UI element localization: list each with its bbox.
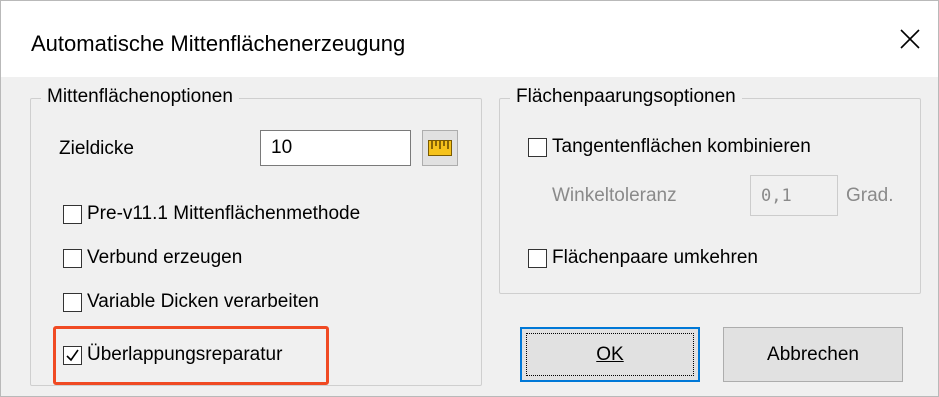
checkmark-icon bbox=[66, 349, 79, 361]
title-bar: Automatische Mittenflächenerzeugung bbox=[1, 1, 938, 77]
target-thickness-label: Zieldicke bbox=[59, 138, 134, 159]
angle-tolerance-label: Winkeltoleranz bbox=[552, 185, 677, 206]
close-icon bbox=[900, 29, 920, 49]
checkbox-box-checked bbox=[63, 345, 82, 365]
variable-thickness-checkbox[interactable]: Variable Dicken verarbeiten bbox=[63, 291, 319, 313]
close-button[interactable] bbox=[882, 13, 938, 65]
overlap-repair-checkbox[interactable]: Überlappungsreparatur bbox=[63, 344, 282, 366]
checkbox-box bbox=[63, 292, 82, 312]
checkbox-box bbox=[528, 248, 547, 268]
combine-tangent-faces-label: Tangentenflächen kombinieren bbox=[552, 136, 811, 157]
checkbox-box bbox=[63, 248, 82, 268]
measure-button[interactable] bbox=[422, 130, 458, 166]
dialog-window: Automatische Mittenflächenerzeugung Mitt… bbox=[0, 0, 939, 397]
reverse-face-pairs-label: Flächenpaare umkehren bbox=[552, 247, 758, 268]
midsurface-options-legend: Mittenflächenoptionen bbox=[41, 86, 239, 108]
create-compound-label: Verbund erzeugen bbox=[87, 247, 243, 268]
target-thickness-input[interactable] bbox=[260, 130, 411, 166]
cancel-button[interactable]: Abbrechen bbox=[723, 327, 903, 382]
overlap-repair-label: Überlappungsreparatur bbox=[87, 344, 283, 365]
ok-button-label: OK bbox=[596, 343, 624, 365]
variable-thickness-label: Variable Dicken verarbeiten bbox=[87, 291, 319, 312]
angle-tolerance-input[interactable] bbox=[750, 175, 838, 216]
checkbox-box bbox=[63, 204, 82, 224]
ruler-icon bbox=[428, 140, 452, 156]
pre-v11-method-label: Pre-v11.1 Mittenflächenmethode bbox=[87, 203, 361, 224]
pre-v11-method-checkbox[interactable]: Pre-v11.1 Mittenflächenmethode bbox=[63, 203, 360, 225]
cancel-button-label: Abbrechen bbox=[767, 343, 859, 365]
dialog-title: Automatische Mittenflächenerzeugung bbox=[31, 31, 406, 56]
checkbox-box bbox=[528, 137, 547, 157]
reverse-face-pairs-checkbox[interactable]: Flächenpaare umkehren bbox=[528, 247, 758, 269]
ok-button[interactable]: OK bbox=[520, 327, 700, 382]
create-compound-checkbox[interactable]: Verbund erzeugen bbox=[63, 247, 242, 269]
face-pairing-options-legend: Flächenpaarungsoptionen bbox=[510, 86, 742, 108]
combine-tangent-faces-checkbox[interactable]: Tangentenflächen kombinieren bbox=[528, 136, 811, 158]
angle-unit-label: Grad. bbox=[846, 185, 894, 206]
